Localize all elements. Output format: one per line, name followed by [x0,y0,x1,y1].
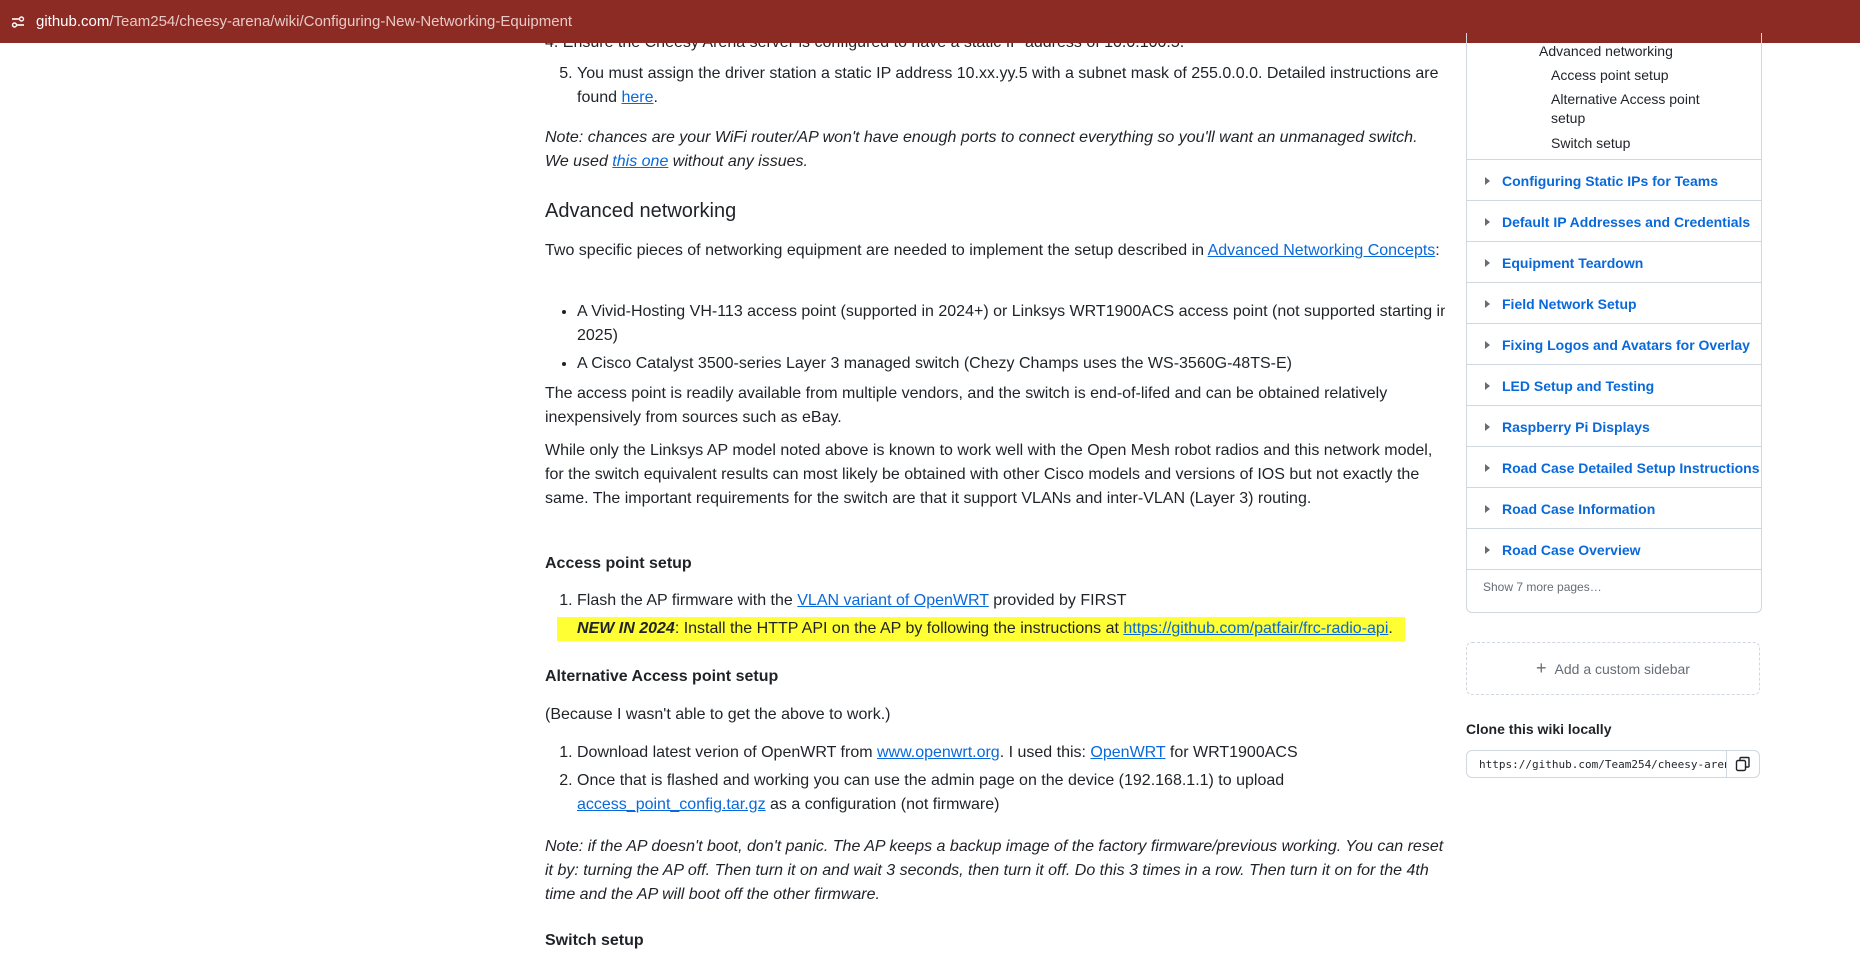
list-item: You must assign the driver station a sta… [577,62,1445,110]
caret-right-icon[interactable] [1485,217,1490,226]
alternative-intro: (Because I wasn't able to get the above … [545,706,891,723]
alternative-ap-setup-heading: Alternative Access point setup [545,668,779,685]
list-item: Once that is flashed and working you can… [577,769,1445,817]
highlight: NEW IN 2024: Install the HTTP API on the… [557,617,1405,641]
clone-url-input[interactable]: https://github.com/Team254/cheesy-arena.… [1467,758,1726,771]
item-text: You must assign the driver station a sta… [577,65,1439,106]
caret-right-icon[interactable] [1485,381,1490,390]
advanced-paragraph-2: The access point is readily available fr… [545,385,1388,426]
here-link[interactable]: here [621,89,653,106]
caret-right-icon[interactable] [1485,504,1490,513]
equipment-list: A Vivid-Hosting VH-113 access point (sup… [545,300,1445,380]
toc-item-advanced-networking[interactable]: Advanced networking [1539,42,1673,61]
caret-right-icon[interactable] [1485,545,1490,554]
page-link-fixing-logos[interactable]: Fixing Logos and Avatars for Overlay [1467,323,1761,365]
page-link-label[interactable]: Road Case Detailed Setup Instructions [1502,460,1760,476]
advanced-networking-concepts-link[interactable]: Advanced Networking Concepts [1208,242,1436,259]
note-unmanaged-switch: Note: chances are your WiFi router/AP wo… [545,126,1445,174]
url-path: /Team254/cheesy-arena/wiki/Configuring-N… [109,13,573,30]
page-link-label[interactable]: Raspberry Pi Displays [1502,419,1650,435]
list-item: Download latest verion of OpenWRT from w… [577,741,1445,765]
alternative-steps: Download latest verion of OpenWRT from w… [545,741,1445,821]
vlan-openwrt-link[interactable]: VLAN variant of OpenWRT [797,592,989,609]
url-host: github.com [36,13,110,30]
copy-icon [1735,756,1750,772]
item-end: . [653,89,658,106]
switch-setup-heading: Switch setup [545,932,644,949]
clone-wiki-title: Clone this wiki locally [1466,721,1612,737]
page-link-label[interactable]: Road Case Overview [1502,542,1641,558]
new-in-2024-label: NEW IN 2024 [577,620,675,637]
step-text-end: for WRT1900ACS [1165,744,1298,761]
advanced-paragraph-3: While only the Linksys AP model noted ab… [545,442,1433,507]
caret-right-icon[interactable] [1485,176,1490,185]
pages-box: Advanced networking Access point setup A… [1466,33,1762,613]
page-link-label[interactable]: Default IP Addresses and Credentials [1502,214,1750,230]
site-settings-icon[interactable] [10,14,26,30]
intro-text: Two specific pieces of networking equipm… [545,242,1208,259]
list-item: A Cisco Catalyst 3500-series Layer 3 man… [577,352,1445,376]
list-item: Flash the AP firmware with the VLAN vari… [577,589,1445,613]
advanced-networking-heading: Advanced networking [545,200,737,222]
step-text: Download latest verion of OpenWRT from [577,744,877,761]
toc-item-access-point-setup[interactable]: Access point setup [1551,66,1669,85]
caret-right-icon[interactable] [1485,340,1490,349]
show-more-pages-button[interactable]: Show 7 more pages… [1467,569,1761,603]
page-link-field-network-setup[interactable]: Field Network Setup [1467,282,1761,324]
step-text: . I used this: [999,744,1091,761]
copy-button[interactable] [1726,751,1759,777]
page-link-raspberry-pi[interactable]: Raspberry Pi Displays [1467,405,1761,447]
page-link-static-ips[interactable]: Configuring Static IPs for Teams [1467,159,1761,201]
note-ap-boot: Note: if the AP doesn't boot, don't pani… [545,838,1444,903]
caret-right-icon[interactable] [1485,299,1490,308]
step-text-end: provided by FIRST [988,592,1127,609]
clone-url-field[interactable]: https://github.com/Team254/cheesy-arena.… [1466,750,1760,778]
note-text-end: without any issues. [668,153,808,170]
this-one-link[interactable]: this one [612,153,668,170]
add-custom-sidebar-label: Add a custom sidebar [1554,660,1690,677]
openwrt-org-link[interactable]: www.openwrt.org [877,744,1000,761]
prereq-list: You must assign the driver station a sta… [545,62,1445,114]
step-text: Flash the AP firmware with the [577,592,798,609]
step-text: Once that is flashed and working you can… [577,772,1285,789]
page-link-led-setup[interactable]: LED Setup and Testing [1467,364,1761,406]
page-link-label[interactable]: Field Network Setup [1502,296,1637,312]
toc-item-alternative-access-point-setup[interactable]: Alternative Access point setup [1551,90,1721,128]
page-link-default-ip[interactable]: Default IP Addresses and Credentials [1467,200,1761,242]
access-point-setup-heading: Access point setup [545,555,692,572]
toc-item-switch-setup[interactable]: Switch setup [1551,134,1630,153]
access-point-config-link[interactable]: access_point_config.tar.gz [577,796,766,813]
caret-right-icon[interactable] [1485,463,1490,472]
step-text-end: . [1388,620,1393,637]
access-point-steps: Flash the AP firmware with the VLAN vari… [545,589,1445,645]
page-link-label[interactable]: Road Case Information [1502,501,1655,517]
caret-right-icon[interactable] [1485,258,1490,267]
intro-colon: : [1435,242,1440,259]
page-link-label[interactable]: Configuring Static IPs for Teams [1502,173,1718,189]
wiki-content: 4. Ensure the Cheesy Arena server is con… [545,43,1445,969]
add-custom-sidebar-button[interactable]: + Add a custom sidebar [1466,642,1760,695]
page-link-road-case-information[interactable]: Road Case Information [1467,487,1761,529]
list-item: A Vivid-Hosting VH-113 access point (sup… [577,300,1445,348]
step-text-end: as a configuration (not firmware) [765,796,1000,813]
plus-icon: + [1536,658,1547,678]
list-item-clipped: 4. Ensure the Cheesy Arena server is con… [545,43,1445,55]
openwrt-link[interactable]: OpenWRT [1090,744,1165,761]
url-text[interactable]: github.com/Team254/cheesy-arena/wiki/Con… [36,13,572,30]
page-link-road-case-detailed[interactable]: Road Case Detailed Setup Instructions [1467,446,1761,488]
page-link-equipment-teardown[interactable]: Equipment Teardown [1467,241,1761,283]
page-link-label[interactable]: Fixing Logos and Avatars for Overlay [1502,337,1750,353]
page-link-label[interactable]: LED Setup and Testing [1502,378,1654,394]
list-item-highlighted: NEW IN 2024: Install the HTTP API on the… [557,617,1445,641]
caret-right-icon[interactable] [1485,422,1490,431]
frc-radio-api-link[interactable]: https://github.com/patfair/frc-radio-api [1123,620,1388,637]
page-link-road-case-overview[interactable]: Road Case Overview [1467,528,1761,570]
page-link-label[interactable]: Equipment Teardown [1502,255,1643,271]
advanced-intro: Two specific pieces of networking equipm… [545,239,1445,263]
step-text: : Install the HTTP API on the AP by foll… [674,620,1124,637]
